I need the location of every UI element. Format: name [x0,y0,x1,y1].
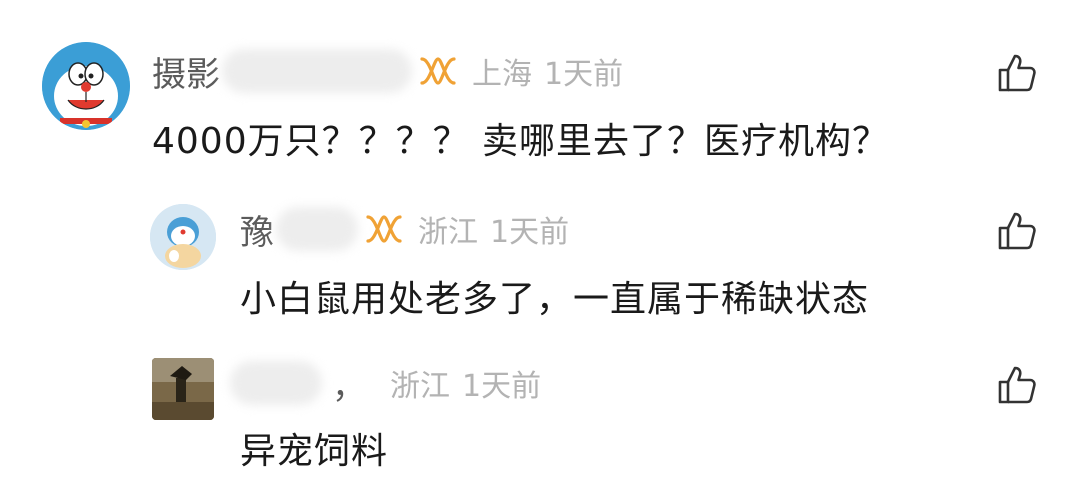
username-redaction [230,361,322,405]
comment-text: 小白鼠用处老多了，一直属于稀缺状态 [240,279,870,320]
username-separator: ， [332,366,366,407]
comment-meta: 摄影 上海 1天前 [152,46,623,96]
comment-2: 豫 浙江 1天前 小白鼠用处老多了，一直属于稀缺状态 [0,190,1080,340]
timestamp: 1天前 [544,57,624,92]
username-redaction [276,207,358,251]
comment-text: 异宠饲料 [240,431,389,472]
vip-badge-icon [418,53,458,89]
timestamp: 1天前 [490,215,570,250]
location: 上海 [472,57,532,92]
avatar[interactable] [152,358,214,420]
username[interactable]: 摄影 [152,47,220,96]
like-button[interactable] [994,50,1040,96]
location: 浙江 [390,369,450,404]
comment-meta: ， 浙江 1天前 [228,358,541,408]
avatar[interactable] [42,42,130,130]
cartoon-avatar-icon [150,204,216,270]
comment-text: 4000万只？？？？ 卖哪里去了？医疗机构？ [152,121,890,162]
comment-1: 摄影 上海 1天前 4000万只？？？？ 卖哪里去了？医疗机构？ [0,0,1080,190]
comment-3: ， 浙江 1天前 异宠饲料 [0,340,1080,496]
username-redaction [222,49,412,93]
timestamp: 1天前 [462,369,542,404]
like-button[interactable] [994,208,1040,254]
vip-badge-icon [364,211,404,247]
doraemon-avatar-icon [42,42,130,130]
comment-meta: 豫 浙江 1天前 [240,204,569,254]
username[interactable]: 豫 [240,205,274,254]
avatar[interactable] [150,204,216,270]
location: 浙江 [418,215,478,250]
like-button[interactable] [994,362,1040,408]
photo-avatar-icon [152,358,214,420]
